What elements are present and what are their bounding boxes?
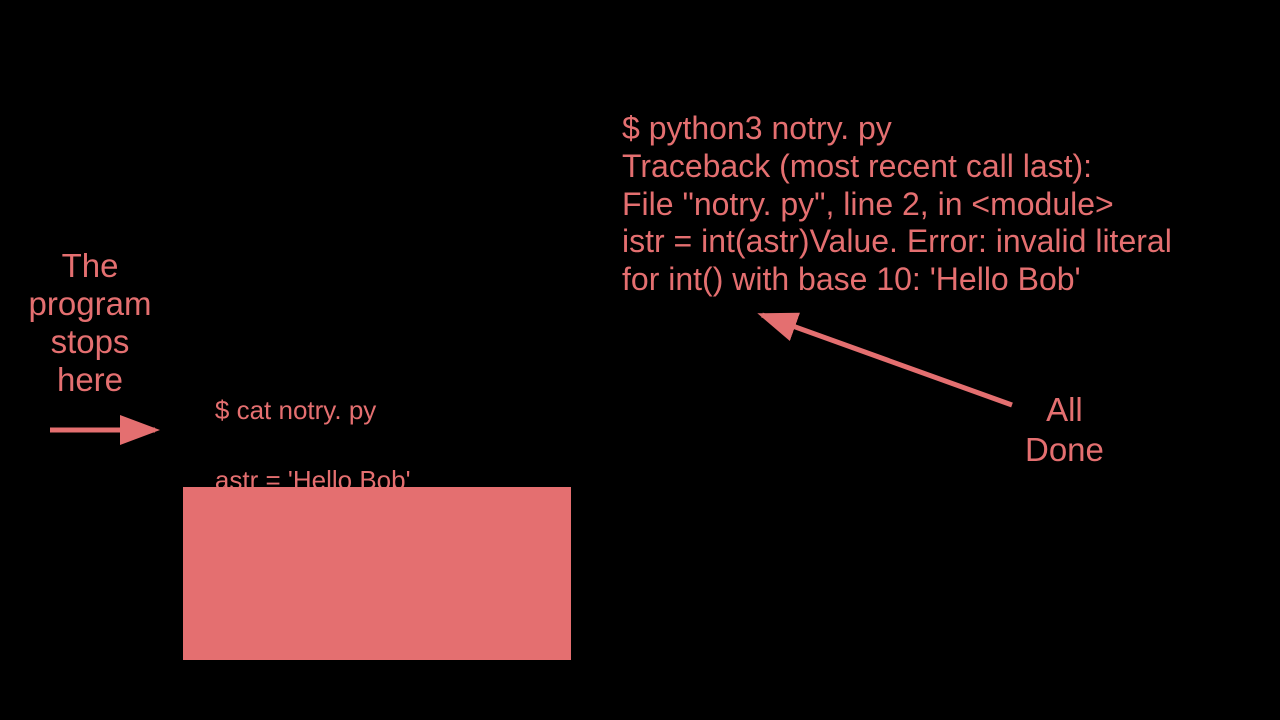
slide-stage: The program stops here $ cat notry. py a…: [0, 0, 1280, 720]
code-line: $ cat notry. py: [215, 395, 376, 425]
traceback-line: $ python3 notry. py: [622, 110, 892, 146]
traceback-line: for int() with base 10: 'Hello Bob': [622, 261, 1081, 297]
text-line: All: [1046, 391, 1083, 428]
caption-line: The: [62, 247, 119, 284]
all-done-label: All Done: [1025, 390, 1104, 469]
caption-line: program: [29, 285, 152, 322]
traceback-line: Traceback (most recent call last):: [622, 148, 1092, 184]
traceback-line: istr = int(astr)Value. Error: invalid li…: [622, 223, 1172, 259]
highlight-block: [183, 487, 571, 660]
left-caption: The program stops here: [5, 247, 175, 399]
arrow-right-icon: [45, 415, 175, 445]
caption-line: stops: [51, 323, 130, 360]
arrow-diagonal-icon: [732, 305, 1052, 425]
caption-line: here: [57, 361, 123, 398]
traceback-line: File "notry. py", line 2, in <module>: [622, 186, 1114, 222]
traceback-output: $ python3 notry. py Traceback (most rece…: [622, 110, 1242, 299]
text-line: Done: [1025, 431, 1104, 468]
